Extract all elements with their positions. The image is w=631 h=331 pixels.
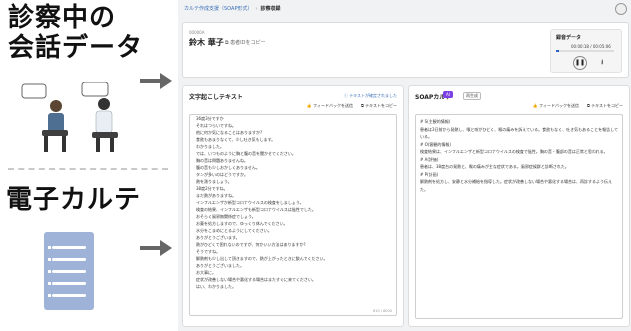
doctor-patient-illustration	[20, 81, 140, 156]
pause-button[interactable]: ❚❚	[573, 56, 587, 70]
transcript-status: ⓘ テキストが確定されました	[344, 93, 397, 99]
arrow-right-icon	[140, 73, 172, 89]
copy-patient-id-label: 患者IDをコピー	[230, 40, 266, 46]
soap-line: # A(評価)	[420, 156, 439, 162]
transcript-line: お大事に。	[196, 270, 216, 275]
transcript-line: まだ熱がありますね。	[196, 193, 236, 198]
soap-line: # O(客観的情報)	[420, 141, 451, 147]
transcript-copy-button[interactable]: ⧉ テキストをコピー	[361, 103, 397, 109]
copy-label: テキストをコピー	[591, 103, 623, 108]
transcript-status-text: テキストが確定されました	[349, 93, 397, 98]
thumbs-up-icon: 👍	[532, 103, 538, 108]
left-explainer-panel: 診察中の 会話データ 電子カルテ	[0, 0, 178, 331]
transcript-textarea[interactable]: 36度3分ですかそれはつらいですね。他に何か気になることはありますか? 食欲もあま…	[189, 114, 397, 316]
transcript-line: わかりました。	[196, 144, 224, 149]
patient-name: 鈴木 華子	[189, 38, 224, 47]
copy-label: テキストをコピー	[365, 103, 397, 108]
transcript-line: 胸の音は問題ありませんね。	[196, 158, 248, 163]
conversation-data-heading: 診察中の 会話データ	[8, 3, 144, 64]
download-icon[interactable]: ⭳	[601, 58, 603, 69]
soap-textarea[interactable]: # S(主観的情報) 患者は3日前から発熱し、喉と咳がひどく、喉の痛みを訴えている…	[415, 114, 623, 319]
regenerate-button[interactable]: 再生成	[463, 92, 481, 100]
patient-id: 00000A	[189, 30, 205, 35]
section-divider	[8, 168, 168, 170]
recording-panel: 録音データ 00:00:18 / 00:05:06 ❚❚ ⭳	[550, 29, 622, 73]
playback-progress-fill	[556, 50, 560, 52]
soap-copy-button[interactable]: ⧉ テキストをコピー	[587, 103, 623, 109]
breadcrumb-separator: ›	[255, 6, 258, 12]
patient-card: 00000A 鈴木 華子 ⧉ 患者IDをコピー 録音データ 00:00:18 /…	[182, 22, 629, 78]
breadcrumb-parent-link[interactable]: カルテ作成支援（SOAP形式）	[184, 6, 252, 12]
transcript-line: 解熱剤も少し出して頂きますので、熱が上がったときに飲んでください。	[196, 256, 328, 261]
soap-line: 患者は3日前から発熱し、喉と咳がひどく、喉の痛みを訴えている。食欲もなく、吐き気…	[420, 126, 618, 140]
transcript-line: 水分をこまめにとるようにしてください。	[196, 228, 272, 233]
copy-patient-id-button[interactable]: ⧉ 患者IDをコピー	[225, 39, 266, 46]
recording-time: 00:00:18 / 00:05:06	[571, 44, 611, 49]
transcript-line: お薬を処方しますので、ゆっくり休んでください。	[196, 221, 288, 226]
thumbs-up-icon: 👍	[306, 103, 312, 108]
transcript-line: タンが多いのはどうですか。	[196, 172, 248, 177]
soap-toolbar: 👍 フィードバックを送信 ⧉ テキストをコピー	[533, 103, 623, 109]
user-avatar[interactable]	[615, 3, 627, 15]
breadcrumb: カルテ作成支援（SOAP形式） › 診察収録	[184, 5, 280, 12]
transcript-line: では、いつものように胸と腹の音を聞かせてください。	[196, 151, 296, 156]
transcript-line: 36度3分ですか	[196, 116, 224, 121]
ai-badge: AI	[443, 91, 453, 98]
char-count: 610 / 8000	[373, 309, 392, 313]
soap-line: # P(計画)	[420, 171, 439, 177]
document-icon	[44, 232, 94, 310]
transcript-title: 文字起こしテキスト	[189, 94, 243, 101]
ehr-heading: 電子カルテ	[6, 185, 142, 215]
transcript-line: 38度2分ですね。	[196, 186, 228, 191]
transcript-line: ありがとうございました。	[196, 263, 244, 268]
transcript-line: 他に何か気になることはありますか?	[196, 130, 263, 135]
transcript-feedback-button[interactable]: 👍 フィードバックを送信	[307, 103, 353, 109]
transcript-line: そうですね。	[196, 249, 220, 254]
soap-line: 解熱剤を処方し、安静と水分補給を指導した。症状が改善しない場合や悪化する場合は、…	[420, 179, 612, 192]
soap-line: 患者は、38度台の発熱と、喉の痛みが主な症状である。風邪症候群と診断された。	[420, 164, 569, 169]
copy-icon: ⧉	[586, 103, 590, 108]
soap-feedback-button[interactable]: 👍 フィードバックを送信	[533, 103, 579, 109]
transcript-line: インフルエンザか新型コロナウイルスの検査をしましょう。	[196, 200, 304, 205]
transcript-line: 食欲もあまりなくて、少し吐き気もします。	[196, 137, 276, 142]
transcript-line: 熱がひどくて困れないのですが、何かいい方法はありますか?	[196, 242, 306, 247]
transcript-line: 症状が改善しない場合や悪化する場合はまたすぐに来てください。	[196, 277, 316, 282]
transcript-line: 検査の結果、インフルエンザも新型コロナウイルスは陰性でした。	[196, 207, 316, 212]
transcript-toolbar: 👍 フィードバックを送信 ⧉ テキストをコピー	[307, 103, 397, 109]
transcript-line: おそらく風邪無関係症でしょう。	[196, 214, 256, 219]
transcript-line: それはつらいですね。	[196, 123, 236, 128]
app-window: カルテ作成支援（SOAP形式） › 診察収録 00000A 鈴木 華子 ⧉ 患者ID…	[178, 0, 631, 331]
transcript-card: 文字起こしテキスト ⓘ テキストが確定されました 👍 フィードバックを送信 ⧉ …	[182, 85, 404, 327]
feedback-label: フィードバックを送信	[539, 103, 579, 108]
soap-line: # S(主観的情報)	[420, 119, 451, 124]
transcript-line: 腹の音も少しおかしくありません。	[196, 165, 260, 170]
soap-line: 検査結果は、インフルエンザと新型コロナウイルスの検査で陰性。胸の音・腹部の音は正…	[420, 149, 608, 154]
transcript-line: ありがとうございます。	[196, 235, 240, 240]
heading-line-1: 診察中の	[8, 3, 117, 33]
transcript-line: 熱を測りましょう。	[196, 179, 232, 184]
breadcrumb-current: 診察収録	[260, 6, 281, 12]
playback-progress-bar[interactable]	[556, 50, 614, 52]
heading-line-2: 会話データ	[8, 32, 144, 63]
transcript-line: はい、わかりました。	[196, 284, 236, 289]
soap-card: SOAPカルテ AI 再生成 👍 フィードバックを送信 ⧉ テキストをコピー #…	[408, 85, 630, 327]
arrow-right-icon	[140, 240, 172, 256]
copy-icon: ⧉	[360, 103, 364, 108]
feedback-label: フィードバックを送信	[313, 103, 353, 108]
recording-title: 録音データ	[556, 35, 582, 41]
